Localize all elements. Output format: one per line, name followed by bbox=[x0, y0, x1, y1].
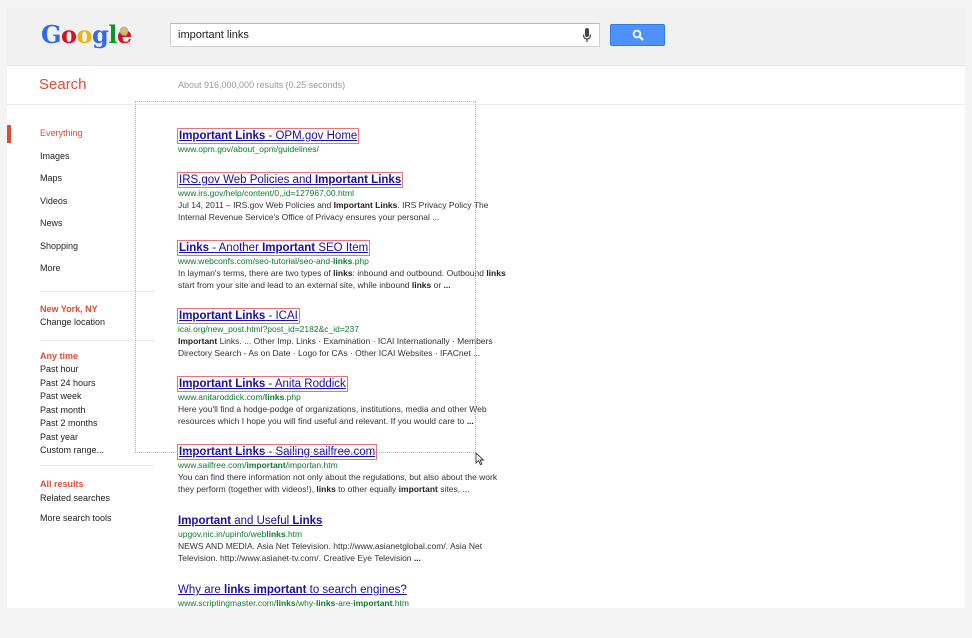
nav-item-shopping[interactable]: Shopping bbox=[40, 241, 78, 251]
result-url: www.sailfree.com/important/importan.htm bbox=[178, 460, 578, 471]
top-bar: Google bbox=[7, 8, 965, 66]
text-run: www.sailfree.com/ bbox=[178, 460, 247, 470]
result-title-link[interactable]: Why are links important to search engine… bbox=[178, 583, 407, 597]
google-logo[interactable]: Google bbox=[41, 20, 132, 50]
text-run: Important bbox=[178, 515, 232, 527]
text-run: and Useful bbox=[231, 515, 293, 527]
text-run: -are- bbox=[335, 598, 354, 608]
text-run: upgov.nic.in/upinfo/web bbox=[178, 529, 267, 539]
text-run: /importan.htm bbox=[285, 460, 338, 470]
time-filter-item[interactable]: Past week bbox=[40, 391, 82, 401]
search-button[interactable] bbox=[610, 24, 665, 46]
text-run: NEWS AND MEDIA. Asia Net Television. htt… bbox=[178, 541, 483, 551]
mouse-cursor-icon bbox=[475, 452, 485, 466]
text-run: .htm bbox=[392, 598, 409, 608]
text-run: important bbox=[246, 460, 286, 470]
logo-letter: o bbox=[61, 20, 77, 49]
nav-item-more[interactable]: More bbox=[40, 263, 61, 273]
text-run: Why are bbox=[178, 584, 225, 596]
search-result: Important and Useful Links upgov.nic.in/u… bbox=[178, 511, 578, 564]
nav-item-news[interactable]: News bbox=[40, 218, 63, 228]
more-search-tools-link[interactable]: More search tools bbox=[40, 513, 112, 523]
text-run: to search engines? bbox=[306, 584, 407, 596]
text-run: links important bbox=[224, 584, 307, 596]
text-run: ... bbox=[413, 553, 421, 563]
text-run: important bbox=[353, 598, 393, 608]
search-results-page: Google Search About 916,000,000 results … bbox=[7, 8, 965, 608]
text-run: You can find there information not only … bbox=[178, 472, 498, 482]
result-url: www.scriptingmaster.com/links/why-links-… bbox=[178, 598, 578, 608]
text-run: links bbox=[276, 598, 296, 608]
search-box[interactable] bbox=[170, 23, 600, 47]
doodle-icon bbox=[119, 26, 129, 36]
time-filter-item[interactable]: Past 24 hours bbox=[40, 378, 96, 388]
text-run: Links bbox=[292, 515, 323, 527]
logo-letter: o bbox=[76, 20, 93, 49]
result-snippet-line: Television. http://www.asianet-tv.com/. … bbox=[178, 552, 578, 564]
location-heading: New York, NY bbox=[40, 304, 98, 314]
result-url: upgov.nic.in/upinfo/weblinks.htm bbox=[178, 529, 578, 540]
logo-letter: g bbox=[92, 20, 109, 49]
text-run: links bbox=[315, 598, 336, 608]
time-filter-item[interactable]: Past 2 months bbox=[40, 418, 98, 428]
nav-item-everything[interactable]: Everything bbox=[40, 128, 83, 138]
time-filter-heading: Any time bbox=[40, 351, 79, 361]
logo-letter: G bbox=[41, 20, 62, 49]
search-input[interactable] bbox=[178, 27, 568, 43]
text-run: important bbox=[398, 484, 438, 494]
text-run: to other equally bbox=[335, 484, 399, 494]
time-filter-item[interactable]: Past hour bbox=[40, 364, 79, 374]
text-run: links bbox=[316, 484, 336, 494]
related-searches-link[interactable]: Related searches bbox=[40, 493, 110, 503]
time-filter-item[interactable]: Past month bbox=[40, 405, 86, 415]
time-filter-item[interactable]: Past year bbox=[40, 432, 78, 442]
nav-divider bbox=[40, 465, 155, 466]
active-nav-marker bbox=[7, 125, 11, 143]
time-filter-item[interactable]: Custom range... bbox=[40, 445, 104, 455]
text-run: Television. http://www.asianet-tv.com/. … bbox=[178, 553, 414, 563]
text-run: links bbox=[486, 268, 506, 278]
magnifier-icon bbox=[632, 29, 644, 41]
result-stats: About 916,000,000 results (0.25 seconds) bbox=[178, 80, 346, 90]
nav-item-images[interactable]: Images bbox=[40, 151, 70, 161]
result-title-link[interactable]: Important and Useful Links bbox=[178, 514, 322, 528]
logo-letter: l bbox=[108, 20, 117, 49]
text-run: sites, ... bbox=[437, 484, 470, 494]
text-run: .htm bbox=[285, 529, 303, 539]
text-run: www.scriptingmaster.com/ bbox=[178, 598, 277, 608]
result-snippet-line: NEWS AND MEDIA. Asia Net Television. htt… bbox=[178, 540, 578, 552]
search-result: Why are links important to search engine… bbox=[178, 580, 578, 608]
result-snippet-line: You can find there information not only … bbox=[178, 471, 578, 483]
search-section-title: Search bbox=[39, 76, 87, 93]
nav-item-videos[interactable]: Videos bbox=[40, 196, 67, 206]
change-location-link[interactable]: Change location bbox=[40, 317, 105, 327]
text-run: they perform (together with videos!), bbox=[178, 484, 317, 494]
microphone-icon[interactable] bbox=[582, 28, 592, 43]
all-results-filter[interactable]: All results bbox=[40, 479, 84, 489]
selection-rectangle bbox=[135, 101, 476, 453]
text-run: /why- bbox=[295, 598, 316, 608]
nav-item-maps[interactable]: Maps bbox=[40, 173, 62, 183]
result-snippet-line: they perform (together with videos!), li… bbox=[178, 483, 578, 495]
text-run: links bbox=[266, 529, 286, 539]
